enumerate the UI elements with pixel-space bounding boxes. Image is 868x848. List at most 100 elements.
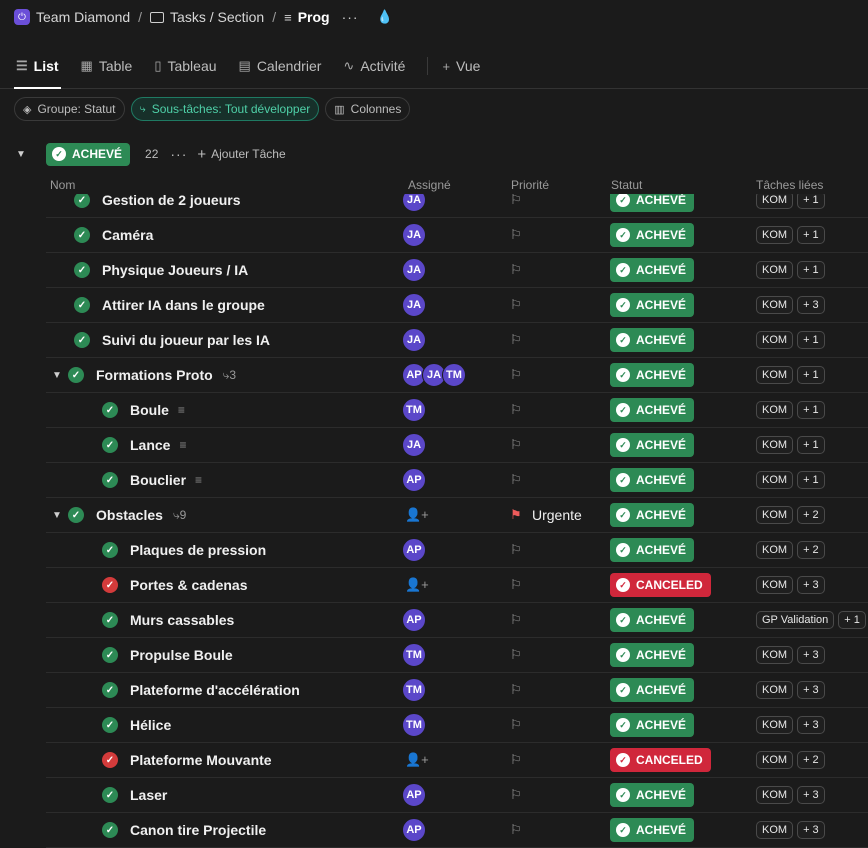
assignee-cell[interactable]: AP JA TM <box>402 358 505 392</box>
tab-table[interactable]: ▦ Table <box>81 44 133 88</box>
avatar[interactable]: TM <box>402 643 426 667</box>
assignee-cell[interactable]: TM <box>402 708 505 742</box>
task-name[interactable]: Gestion de 2 joueurs <box>102 194 240 208</box>
task-name[interactable]: Laser <box>130 787 167 803</box>
task-name[interactable]: Portes & cadenas <box>130 577 248 593</box>
status-badge[interactable]: ✓ ACHEVÉ <box>610 293 695 317</box>
tab-calendar[interactable]: ▤ Calendrier <box>239 44 322 88</box>
assignee-cell[interactable]: AP <box>402 813 505 847</box>
priority-cell[interactable]: ⚐ <box>510 463 610 497</box>
task-name[interactable]: Murs cassables <box>130 612 234 628</box>
task-row[interactable]: ▼ ✓ Obstacles ⤷ 9 👤+ ⚑ Urgente ✓ ACHEVÉ KOM + 2 <box>46 498 868 533</box>
assignee-cell[interactable]: 👤+ <box>402 743 505 777</box>
assignee-cell[interactable]: 👤+ <box>402 568 505 602</box>
status-badge[interactable]: ✓ ACHEVÉ <box>610 468 695 492</box>
status-badge[interactable]: ✓ ACHEVÉ <box>610 818 695 842</box>
column-header-linked[interactable]: Tâches liées <box>756 178 823 192</box>
columns-button[interactable]: ▥ Colonnes <box>325 97 411 121</box>
column-header-name[interactable]: Nom <box>50 178 75 192</box>
task-status-check-icon[interactable]: ✓ <box>102 577 118 593</box>
breadcrumb-list[interactable]: ≡ Prog <box>284 9 329 25</box>
linked-task-more[interactable]: + 3 <box>797 716 825 734</box>
status-badge[interactable]: ✓ ACHEVÉ <box>610 678 695 702</box>
task-row[interactable]: ✓ Lance ≡ JA ⚐ ✓ ACHEVÉ KOM + 1 <box>46 428 868 463</box>
task-row[interactable]: ✓ Gestion de 2 joueurs JA ⚐ ✓ ACHEVÉ KOM + 1 <box>46 194 868 218</box>
linked-task-chip[interactable]: KOM <box>756 786 794 804</box>
task-status-check-icon[interactable]: ✓ <box>74 297 90 313</box>
task-name[interactable]: Plateforme Mouvante <box>130 752 272 768</box>
tab-list[interactable]: ☰ List <box>14 44 61 89</box>
task-name[interactable]: Plaques de pression <box>130 542 266 558</box>
linked-task-more[interactable]: + 1 <box>797 261 825 279</box>
assignee-cell[interactable]: JA <box>402 253 505 287</box>
linked-task-chip[interactable]: KOM <box>756 541 794 559</box>
priority-cell[interactable]: ⚐ <box>510 288 610 322</box>
tab-activity[interactable]: ∿ Activité <box>343 44 405 88</box>
task-name[interactable]: Obstacles <box>96 507 163 523</box>
linked-task-more[interactable]: + 1 <box>797 436 825 454</box>
assignee-cell[interactable]: AP <box>402 533 505 567</box>
breadcrumb-folder[interactable]: Tasks / Section <box>150 9 264 25</box>
status-badge[interactable]: ✓ ACHEVÉ <box>610 194 695 212</box>
expand-subtasks-icon[interactable]: ▼ <box>52 510 66 521</box>
expand-subtasks-icon[interactable]: ▼ <box>52 370 66 381</box>
task-status-check-icon[interactable]: ✓ <box>74 194 90 208</box>
linked-task-more[interactable]: + 1 <box>797 331 825 349</box>
linked-task-more[interactable]: + 3 <box>797 296 825 314</box>
status-badge[interactable]: ✓ ACHEVÉ <box>610 608 695 632</box>
assignee-cell[interactable]: JA <box>402 428 505 462</box>
avatar[interactable]: AP <box>402 608 426 632</box>
avatar[interactable]: TM <box>402 713 426 737</box>
avatar[interactable]: TM <box>442 363 466 387</box>
status-badge[interactable]: ✓ ACHEVÉ <box>610 643 695 667</box>
task-status-check-icon[interactable]: ✓ <box>68 367 84 383</box>
priority-cell[interactable]: ⚐ <box>510 673 610 707</box>
task-name[interactable]: Attirer IA dans le groupe <box>102 297 265 313</box>
task-status-check-icon[interactable]: ✓ <box>102 542 118 558</box>
task-status-check-icon[interactable]: ✓ <box>74 332 90 348</box>
assignee-cell[interactable]: TM <box>402 638 505 672</box>
task-name[interactable]: Caméra <box>102 227 153 243</box>
task-row[interactable]: ✓ Canon tire Projectile AP ⚐ ✓ ACHEVÉ KOM + 3 <box>46 813 868 848</box>
assignee-cell[interactable]: TM <box>402 673 505 707</box>
task-name[interactable]: Propulse Boule <box>130 647 233 663</box>
status-badge[interactable]: ✓ ACHEVÉ <box>610 223 695 247</box>
priority-cell[interactable]: ⚐ <box>510 323 610 357</box>
status-badge[interactable]: ✓ ACHEVÉ <box>610 433 695 457</box>
priority-cell[interactable]: ⚐ <box>510 568 610 602</box>
priority-cell[interactable]: ⚐ <box>510 218 610 252</box>
column-header-priority[interactable]: Priorité <box>511 178 549 192</box>
status-badge[interactable]: ✓ ACHEVÉ <box>610 363 695 387</box>
linked-task-more[interactable]: + 3 <box>797 786 825 804</box>
avatar[interactable]: JA <box>402 223 426 247</box>
task-status-check-icon[interactable]: ✓ <box>102 472 118 488</box>
linked-task-more[interactable]: + 1 <box>797 401 825 419</box>
priority-cell[interactable]: ⚐ <box>510 603 610 637</box>
status-badge[interactable]: ✓ ACHEVÉ <box>610 258 695 282</box>
task-name[interactable]: Bouclier <box>130 472 186 488</box>
task-name[interactable]: Lance <box>130 437 170 453</box>
task-row[interactable]: ✓ Caméra JA ⚐ ✓ ACHEVÉ KOM + 1 <box>46 218 868 253</box>
linked-task-chip[interactable]: KOM <box>756 366 794 384</box>
task-status-check-icon[interactable]: ✓ <box>74 262 90 278</box>
linked-task-chip[interactable]: KOM <box>756 681 794 699</box>
collapse-caret-icon[interactable]: ▼ <box>16 149 30 160</box>
linked-task-more[interactable]: + 2 <box>797 541 825 559</box>
status-badge[interactable]: ✓ ACHEVÉ <box>610 328 695 352</box>
assignee-cell[interactable]: JA <box>402 323 505 357</box>
subtasks-button[interactable]: ⤷ Sous-tâches: Tout développer <box>130 97 320 121</box>
linked-task-chip[interactable]: KOM <box>756 296 794 314</box>
linked-task-more[interactable]: + 2 <box>797 751 825 769</box>
avatar[interactable]: AP <box>402 538 426 562</box>
task-name[interactable]: Formations Proto <box>96 367 213 383</box>
add-view-button[interactable]: + Vue <box>442 44 480 88</box>
task-row[interactable]: ✓ Suivi du joueur par les IA JA ⚐ ✓ ACHEVÉ KOM… <box>46 323 868 358</box>
linked-task-chip[interactable]: KOM <box>756 436 794 454</box>
assignee-cell[interactable]: JA <box>402 288 505 322</box>
linked-task-chip[interactable]: KOM <box>756 646 794 664</box>
task-row[interactable]: ✓ Attirer IA dans le groupe JA ⚐ ✓ ACHEVÉ KOM +… <box>46 288 868 323</box>
priority-cell[interactable]: ⚐ <box>510 778 610 812</box>
drop-icon[interactable]: 💧 <box>377 9 393 25</box>
assignee-cell[interactable]: AP <box>402 778 505 812</box>
task-row[interactable]: ✓ Hélice TM ⚐ ✓ ACHEVÉ KOM + 3 <box>46 708 868 743</box>
